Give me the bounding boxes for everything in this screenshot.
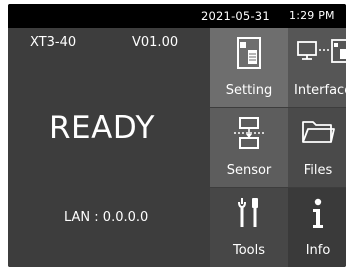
device-state: READY: [49, 110, 155, 146]
info-tile[interactable]: Info: [288, 188, 346, 267]
info-label: Info: [305, 243, 331, 258]
sensor-label: Sensor: [226, 163, 272, 178]
interface-label: Interface: [294, 83, 346, 98]
device-screen: 2021-05-31 1:29 PM XT3-40 V01.00 READY L…: [8, 4, 346, 267]
setting-tile[interactable]: Setting: [210, 28, 288, 107]
tools-icon: [238, 198, 258, 227]
tools-label: Tools: [232, 243, 266, 258]
folder-icon: [302, 121, 335, 143]
model-label: XT3-40: [30, 35, 77, 50]
setting-label: Setting: [225, 83, 273, 98]
files-tile[interactable]: Files: [288, 108, 346, 187]
sensor-icon: [234, 117, 264, 149]
info-icon: [313, 198, 323, 228]
version-label: V01.00: [132, 35, 179, 50]
sensor-tile[interactable]: Sensor: [210, 108, 288, 187]
setting-icon: [237, 37, 261, 69]
status-bar: 2021-05-31 1:29 PM: [8, 4, 346, 28]
tools-tile[interactable]: Tools: [210, 188, 288, 267]
status-time: 1:29 PM: [289, 9, 335, 22]
files-label: Files: [303, 163, 333, 178]
status-panel: [8, 28, 208, 267]
interface-icon: [297, 39, 346, 63]
interface-tile[interactable]: Interface: [288, 28, 346, 107]
lan-address: LAN : 0.0.0.0: [64, 210, 149, 225]
status-date: 2021-05-31: [201, 9, 270, 23]
